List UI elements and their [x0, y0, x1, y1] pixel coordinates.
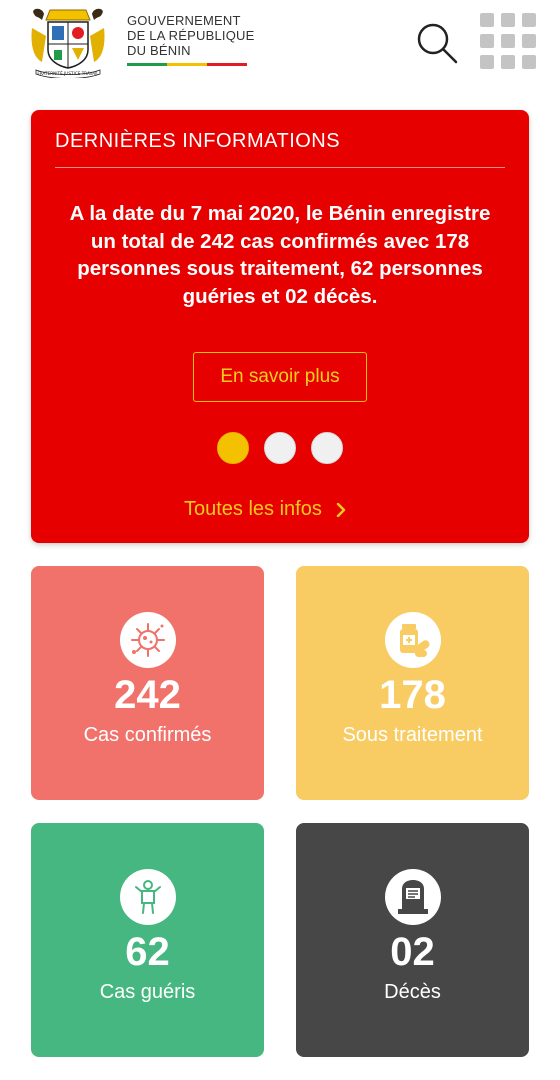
deaths-label: Décès [384, 981, 441, 1003]
grid-menu-icon [480, 13, 494, 27]
medicine-icon [385, 612, 441, 668]
tombstone-icon [385, 869, 441, 925]
recovered-label: Cas guéris [99, 981, 196, 1003]
search-icon [417, 23, 458, 64]
chevron-right-icon [336, 502, 346, 517]
latest-news-card: DERNIÈRES INFORMATIONS A la date du 7 ma… [31, 110, 529, 543]
carousel-dot-2[interactable] [264, 432, 296, 464]
coat-of-arms-logo: FRATERNITÉ JUSTICE TRAVAIL [31, 8, 105, 78]
search-button[interactable] [414, 20, 460, 66]
news-section-title: DERNIÈRES INFORMATIONS [55, 130, 341, 152]
stat-card-recovered[interactable]: 62 Cas guéris [31, 823, 264, 1057]
stat-card-treatment[interactable]: 178 Sous traitement [296, 566, 529, 800]
recovered-count: 62 [125, 930, 170, 974]
carousel-dot-3[interactable] [311, 432, 343, 464]
carousel-dots [217, 432, 343, 464]
news-divider [55, 167, 505, 168]
recovered-person-icon [120, 869, 176, 925]
all-news-link[interactable]: Toutes les infos [184, 498, 348, 521]
virus-icon [120, 612, 176, 668]
news-text: A la date du 7 mai 2020, le Bénin enregi… [69, 202, 491, 308]
grid-menu-button[interactable] [480, 13, 540, 71]
gov-line-2: DE LA RÉPUBLIQUE [127, 28, 255, 43]
stat-card-deaths[interactable]: 02 Décès [296, 823, 529, 1057]
confirmed-label: Cas confirmés [83, 724, 212, 746]
read-more-button[interactable]: En savoir plus [193, 352, 367, 402]
all-news-label: Toutes les infos [184, 498, 322, 520]
government-title: GOUVERNEMENT DE LA RÉPUBLIQUE DU BÉNIN [127, 13, 254, 58]
stat-card-confirmed[interactable]: 242 Cas confirmés [31, 566, 264, 800]
treatment-count: 178 [379, 673, 446, 717]
deaths-count: 02 [390, 930, 435, 974]
confirmed-count: 242 [114, 673, 181, 717]
gov-line-1: GOUVERNEMENT [127, 13, 241, 28]
treatment-label: Sous traitement [342, 724, 483, 746]
flag-stripe [127, 63, 247, 66]
carousel-dot-1[interactable] [217, 432, 249, 464]
gov-line-3: DU BÉNIN [127, 43, 191, 58]
svg-text:FRATERNITÉ JUSTICE TRAVAIL: FRATERNITÉ JUSTICE TRAVAIL [37, 71, 99, 76]
header: FRATERNITÉ JUSTICE TRAVAIL GOUVERNEMENT … [0, 0, 560, 95]
